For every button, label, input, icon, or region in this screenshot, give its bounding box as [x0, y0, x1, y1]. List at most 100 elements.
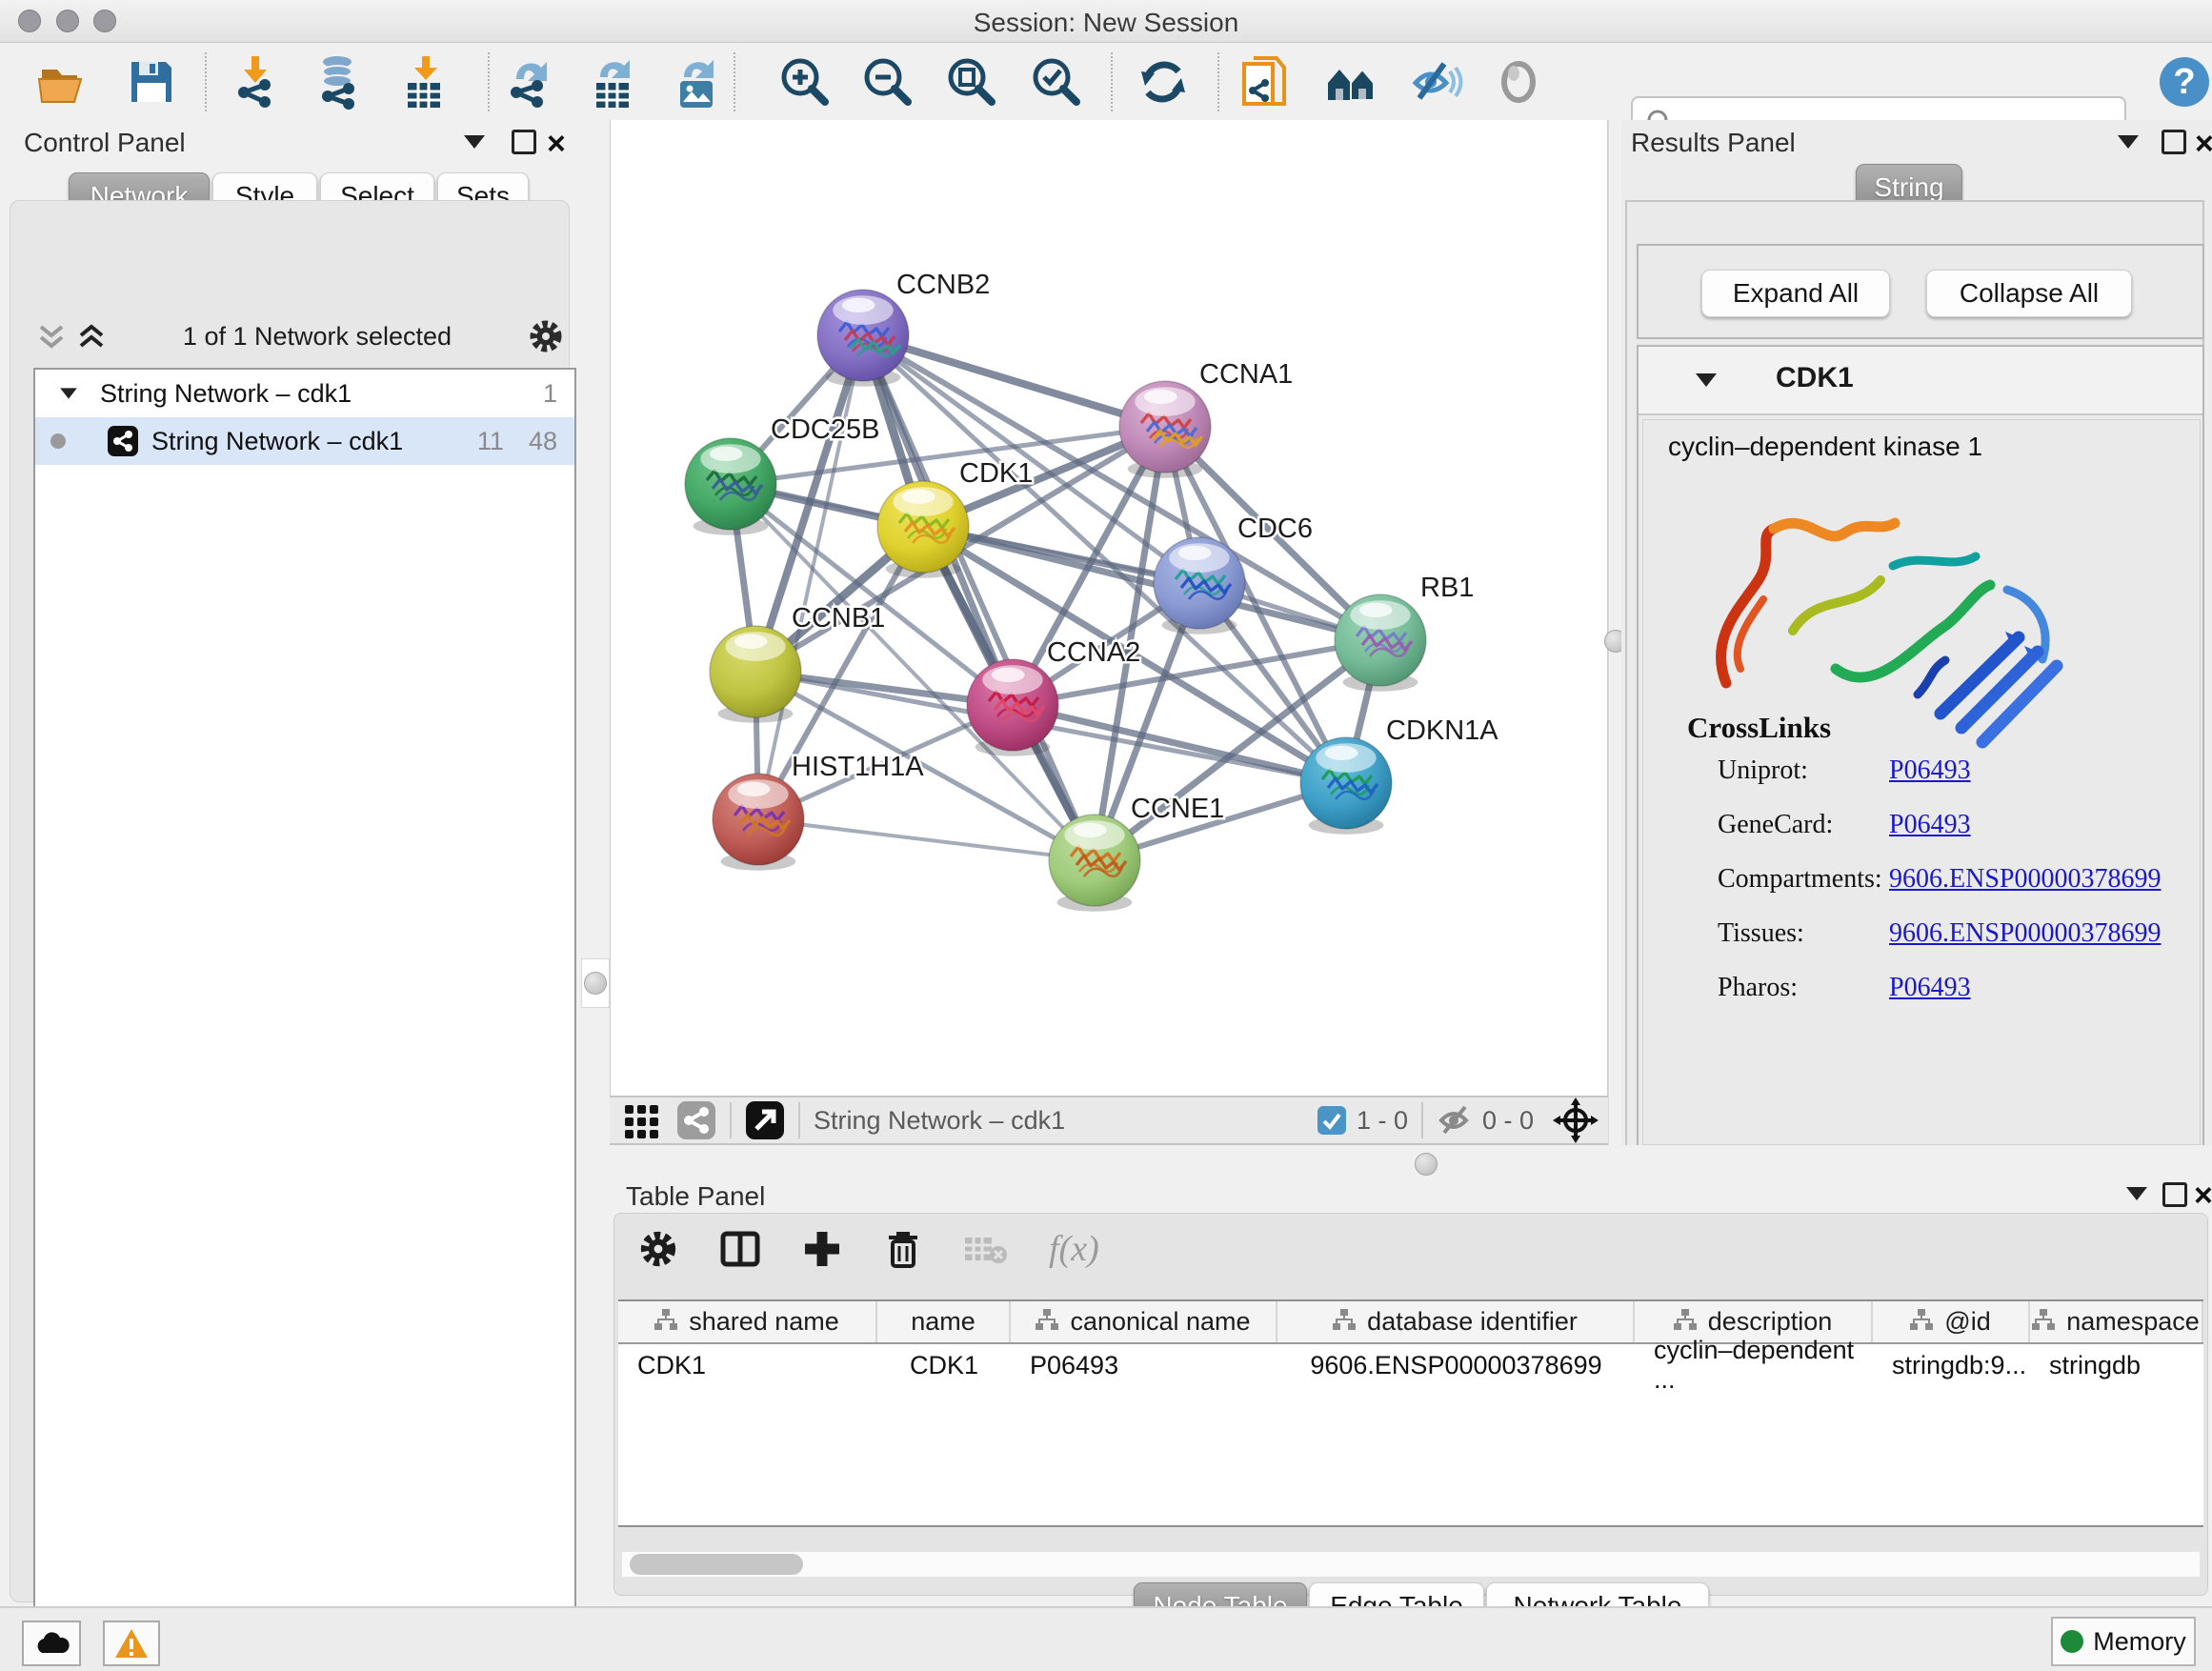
apply-layout-icon[interactable] — [1136, 54, 1191, 110]
node-result-section: CDK1 cyclin–dependent kinase 1 — [1637, 345, 2204, 1150]
table-cell[interactable]: CDK1 — [618, 1344, 877, 1386]
toolbar-divider — [488, 52, 490, 111]
node-CDKN1A[interactable] — [1300, 737, 1392, 835]
zoom-out-icon[interactable] — [860, 54, 915, 110]
node-CCNB1[interactable] — [710, 626, 801, 723]
panel-menu-icon[interactable] — [2126, 1187, 2147, 1200]
table-panel-title: Table Panel — [626, 1181, 765, 1212]
view-grid-icon[interactable] — [621, 1099, 663, 1141]
cloud-status-button[interactable] — [22, 1621, 81, 1666]
help-icon[interactable]: ? — [2157, 54, 2212, 110]
options-gear-icon[interactable] — [527, 317, 565, 355]
selected-checkbox-icon[interactable] — [1317, 1105, 1347, 1136]
table-gear-icon[interactable] — [637, 1228, 679, 1270]
panel-close-icon[interactable]: × — [547, 133, 566, 154]
birds-eye-icon[interactable] — [1553, 1097, 1599, 1143]
section-collapse-icon[interactable] — [1696, 373, 1717, 387]
column-header-database-identifier[interactable]: database identifier — [1277, 1301, 1635, 1342]
network-canvas[interactable]: CCNB2CCNA1CDC25BCDK1CDC6RB1CCNB1CCNA2CDK… — [610, 120, 1608, 1096]
network-row[interactable]: String Network – cdk1 11 48 — [35, 417, 574, 465]
table-cell[interactable]: P06493 — [1011, 1344, 1277, 1386]
warnings-button[interactable] — [103, 1621, 160, 1666]
crosslink-label: Uniprot: — [1718, 755, 1808, 786]
panel-menu-icon[interactable] — [464, 135, 485, 149]
first-neighbors-icon[interactable] — [1324, 54, 1379, 110]
save-session-icon[interactable] — [124, 54, 179, 110]
window-title: Session: New Session — [0, 8, 2212, 38]
create-column-icon[interactable] — [801, 1228, 843, 1270]
export-network-icon[interactable] — [503, 54, 558, 110]
table-cell[interactable]: 9606.ENSP00000378699 — [1277, 1344, 1635, 1386]
panel-menu-icon[interactable] — [2118, 135, 2139, 149]
column-type-icon — [1910, 1307, 1933, 1337]
column-header-shared-name[interactable]: shared name — [618, 1301, 877, 1342]
crosslink-link[interactable]: P06493 — [1889, 755, 1971, 786]
collapse-all-button[interactable]: Collapse All — [1926, 270, 2132, 317]
horizontal-splitter-handle[interactable] — [1415, 1153, 1438, 1176]
control-panel: Control Panel × NetworkStyleSelectSets 1… — [0, 120, 579, 1606]
network-label: String Network – cdk1 — [151, 427, 403, 456]
panel-float-icon[interactable] — [2162, 1182, 2187, 1207]
detach-view-icon[interactable] — [745, 1100, 785, 1140]
toolbar-divider — [734, 52, 735, 111]
crosslink-link[interactable]: P06493 — [1889, 973, 1971, 1003]
crosslink-link[interactable]: P06493 — [1889, 810, 1971, 840]
table-panel: Table Panel × — [610, 1181, 2212, 1606]
network-from-selection-icon[interactable] — [1238, 54, 1294, 110]
column-header-canonical-name[interactable]: canonical name — [1011, 1301, 1277, 1342]
column-type-icon — [1333, 1307, 1356, 1337]
edge-HIST1H1A-CCNE1[interactable] — [758, 819, 1095, 860]
main-toolbar: ? — [0, 43, 2212, 122]
panel-float-icon[interactable] — [2162, 130, 2186, 154]
collection-expand-icon[interactable] — [60, 388, 77, 398]
edge-CCNB2-CCNA1[interactable] — [863, 335, 1165, 427]
node-CCNA1[interactable] — [1119, 381, 1211, 478]
table-hscrollbar-thumb[interactable] — [630, 1554, 803, 1575]
table-hscrollbar[interactable] — [622, 1552, 2200, 1577]
export-image-icon[interactable] — [671, 54, 726, 110]
share-view-icon[interactable] — [676, 1100, 716, 1140]
left-splitter-handle[interactable] — [584, 972, 607, 995]
import-table-icon[interactable] — [398, 54, 453, 110]
table-container: f(x) shared namenamecanonical namedataba… — [613, 1213, 2208, 1596]
column-header-id[interactable]: @id — [1873, 1301, 2030, 1342]
zoom-selected-icon[interactable] — [1029, 54, 1084, 110]
panel-float-icon[interactable] — [512, 130, 536, 154]
node-RB1[interactable] — [1335, 594, 1426, 692]
column-header-name[interactable]: name — [877, 1301, 1011, 1342]
delete-column-icon[interactable] — [883, 1228, 923, 1270]
network-collection-row[interactable]: String Network – cdk1 1 — [35, 370, 574, 417]
node-label-RB1: RB1 — [1420, 573, 1474, 603]
hide-selected-icon[interactable] — [1408, 54, 1463, 110]
crosslink-link[interactable]: 9606.ENSP00000378699 — [1889, 864, 2161, 895]
show-columns-icon[interactable] — [719, 1228, 761, 1270]
node-section-header[interactable]: CDK1 — [1639, 347, 2202, 415]
memory-button[interactable]: Memory — [2051, 1617, 2196, 1666]
expand-all-button[interactable]: Expand All — [1701, 270, 1890, 317]
export-table-icon[interactable] — [587, 54, 642, 110]
selected-count: 1 - 0 — [1357, 1106, 1408, 1136]
open-session-icon[interactable] — [36, 54, 91, 110]
right-splitter[interactable] — [1608, 120, 1622, 1145]
collapse-all-icon[interactable] — [35, 319, 68, 353]
table-row[interactable]: CDK1CDK1P064939606.ENSP00000378699cyclin… — [618, 1344, 2203, 1386]
expand-all-icon[interactable] — [75, 319, 108, 353]
column-header-namespace[interactable]: namespace — [2030, 1301, 2203, 1342]
horizontal-splitter[interactable] — [610, 1145, 2212, 1181]
left-splitter[interactable] — [579, 120, 610, 1606]
table-cell[interactable]: stringdb:9... — [1873, 1344, 2030, 1386]
import-network-file-icon[interactable] — [231, 54, 286, 110]
import-network-database-icon[interactable] — [312, 54, 368, 110]
node-CCNE1[interactable] — [1049, 815, 1140, 912]
crosslink-link[interactable]: 9606.ENSP00000378699 — [1889, 918, 2161, 949]
show-all-icon[interactable] — [1492, 54, 1547, 110]
table-cell[interactable]: cyclin–dependent ... — [1635, 1344, 1873, 1386]
node-CDC25B[interactable] — [685, 438, 776, 535]
zoom-fit-icon[interactable] — [944, 54, 999, 110]
panel-close-icon[interactable]: × — [2194, 1185, 2212, 1206]
panel-close-icon[interactable]: × — [2195, 133, 2212, 154]
table-cell[interactable]: CDK1 — [877, 1344, 1011, 1386]
node-HIST1H1A[interactable] — [713, 774, 804, 871]
table-cell[interactable]: stringdb — [2030, 1344, 2203, 1386]
zoom-in-icon[interactable] — [777, 54, 833, 110]
